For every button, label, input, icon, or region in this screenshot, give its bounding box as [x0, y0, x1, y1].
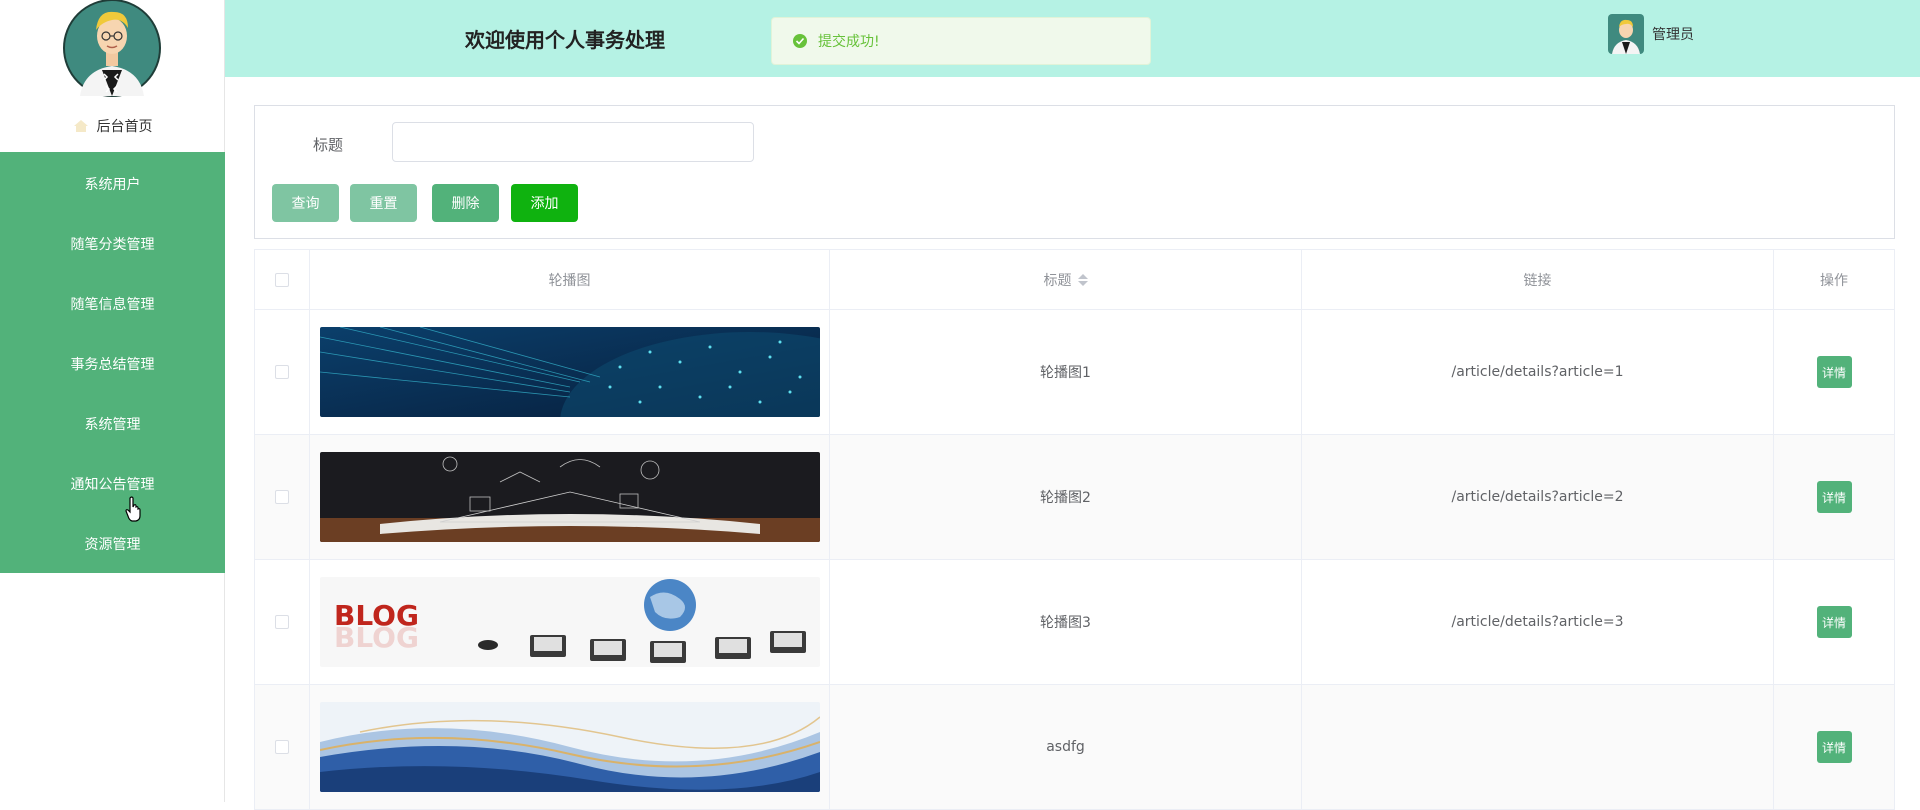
svg-text:BLOG: BLOG [334, 621, 419, 654]
sort-caret-icon[interactable] [1077, 273, 1088, 286]
hand-pointer-icon [125, 496, 141, 522]
sidebar-item-system-users[interactable]: 系统用户 [0, 154, 225, 214]
row-checkbox[interactable] [275, 365, 289, 379]
row-title: asdfg [830, 685, 1302, 809]
row-title: 轮播图2 [830, 435, 1302, 559]
title-filter-label: 标题 [313, 136, 344, 154]
success-toast: 提交成功! [771, 17, 1151, 65]
sidebar-item-system-management[interactable]: 系统管理 [0, 394, 225, 454]
row-checkbox[interactable] [275, 615, 289, 629]
table-row: asdfg 详情 [255, 685, 1894, 810]
banner-image-open-book [319, 452, 820, 542]
sidebar-item-notice-management[interactable]: 通知公告管理 [0, 454, 225, 514]
add-button[interactable]: 添加 [511, 184, 578, 222]
carousel-table: 轮播图 标题 链接 操作 轮播图1 /article/details?artic… [254, 249, 1895, 810]
sidebar: 后台首页 系统用户 随笔分类管理 随笔信息管理 事务总结管理 系统管理 通知公告… [0, 0, 225, 802]
row-link: /article/details?article=2 [1302, 435, 1774, 559]
column-header-title-label: 标题 [1043, 272, 1072, 289]
row-link [1302, 685, 1774, 809]
page-title: 欢迎使用个人事务处理 [465, 28, 665, 52]
query-button[interactable]: 查询 [272, 184, 339, 222]
row-link: /article/details?article=1 [1302, 310, 1774, 434]
table-header-row: 轮播图 标题 链接 操作 [255, 250, 1894, 310]
banner-image-network-globe [319, 327, 820, 417]
detail-button[interactable]: 详情 [1816, 356, 1852, 388]
admin-avatar [62, 0, 162, 98]
sidebar-item-affairs-summary[interactable]: 事务总结管理 [0, 334, 225, 394]
user-name: 管理员 [1652, 27, 1694, 43]
sidebar-item-resource-management[interactable]: 资源管理 [0, 514, 225, 574]
row-title: 轮播图1 [830, 310, 1302, 434]
table-row: 轮播图2 /article/details?article=2 详情 [255, 435, 1894, 560]
row-checkbox[interactable] [275, 490, 289, 504]
column-header-title[interactable]: 标题 [830, 250, 1302, 309]
reset-button[interactable]: 重置 [350, 184, 417, 222]
sidebar-menu: 系统用户 随笔分类管理 随笔信息管理 事务总结管理 系统管理 通知公告管理 资源… [0, 152, 225, 573]
banner-image-marble-waves [319, 702, 820, 792]
top-header: 欢迎使用个人事务处理 提交成功! 管理员 [225, 0, 1920, 77]
column-header-image: 轮播图 [310, 250, 830, 309]
search-panel: 标题 查询 重置 删除 添加 [254, 105, 1895, 239]
toast-message: 提交成功! [818, 34, 880, 50]
detail-button[interactable]: 详情 [1816, 606, 1852, 638]
column-header-link: 链接 [1302, 250, 1774, 309]
banner-image-blog-network: BLOG BLOG [319, 577, 820, 667]
detail-button[interactable]: 详情 [1816, 481, 1852, 513]
row-title: 轮播图3 [830, 560, 1302, 684]
sidebar-item-essay-category[interactable]: 随笔分类管理 [0, 214, 225, 274]
user-avatar [1608, 14, 1644, 54]
row-checkbox[interactable] [275, 740, 289, 754]
sidebar-home-label: 后台首页 [96, 119, 153, 135]
column-header-action: 操作 [1820, 272, 1848, 289]
detail-button[interactable]: 详情 [1816, 731, 1852, 763]
table-row: 轮播图1 /article/details?article=1 详情 [255, 310, 1894, 435]
table-row: BLOG BLOG 轮播图3 /article/details?article=… [255, 560, 1894, 685]
title-search-input[interactable] [392, 122, 754, 162]
select-all-checkbox[interactable] [275, 272, 289, 287]
success-check-icon [793, 34, 807, 48]
home-icon [73, 120, 88, 132]
sidebar-item-essay-info[interactable]: 随笔信息管理 [0, 274, 225, 334]
row-link: /article/details?article=3 [1302, 560, 1774, 684]
delete-button[interactable]: 删除 [432, 184, 499, 222]
user-menu[interactable]: 管理员 [1608, 14, 1694, 54]
sidebar-home-link[interactable]: 后台首页 [0, 114, 225, 138]
